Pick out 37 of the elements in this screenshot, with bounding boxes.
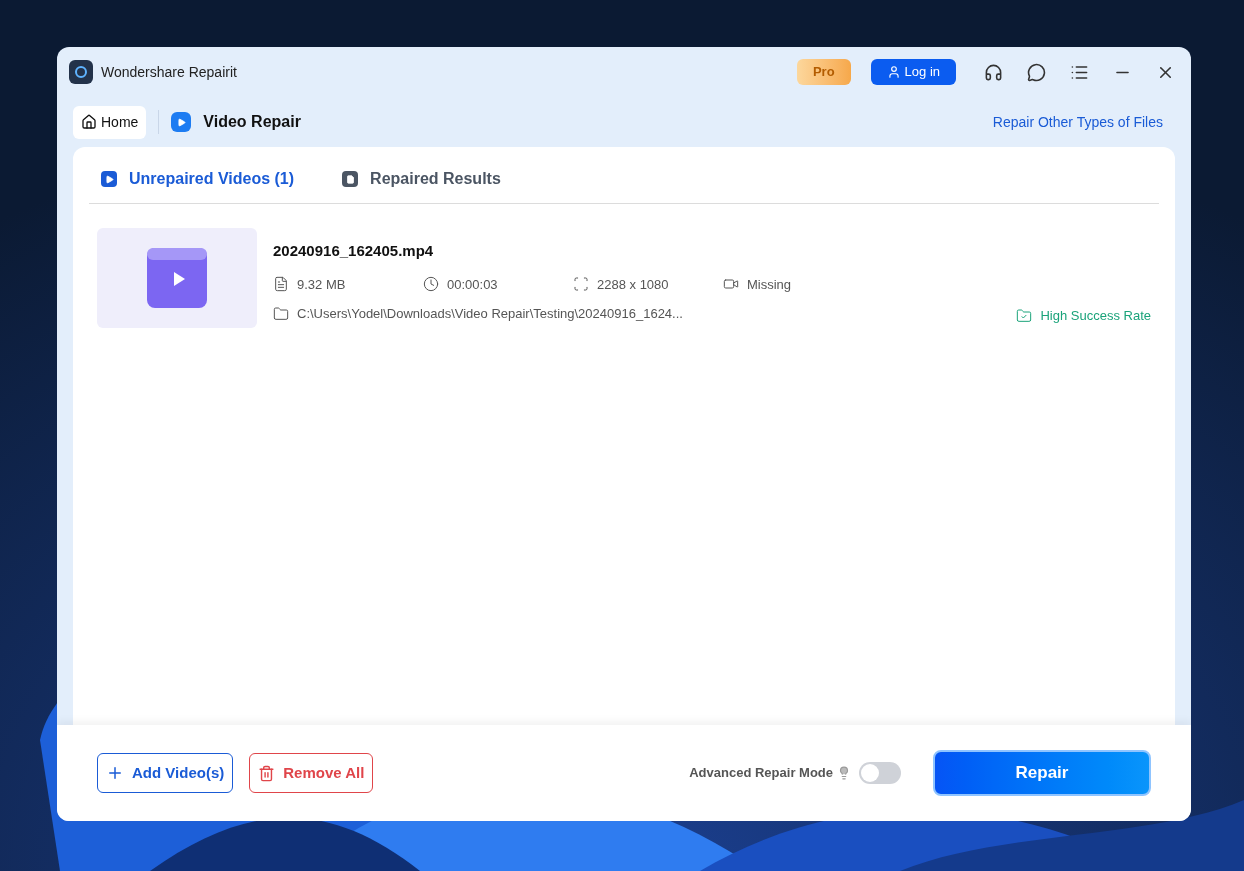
trash-icon [258,764,276,782]
chat-icon[interactable] [1027,62,1046,82]
resolution-text: 2288 x 1080 [597,275,669,294]
tab[interactable]: Unrepaired Videos (1) [101,155,295,203]
folder-check-icon [1016,307,1033,324]
video-filename: 20240916_162405.mp4 [273,241,435,261]
file-icon [273,276,289,293]
audio-text: Missing [747,275,792,294]
repair-button[interactable]: Repair [933,750,1151,796]
headset-icon[interactable] [984,62,1003,82]
remove-all-button[interactable]: Remove All [249,753,374,793]
file-path: C:\Users\Yodel\Downloads\Video Repair\Testing\20240916_1624... [297,305,683,323]
home-icon [81,114,97,130]
plus-icon [106,764,124,782]
app-logo-icon [69,60,93,84]
success-rate-text: High Success Rate [1040,307,1151,325]
lightbulb-icon [837,766,851,780]
home-button[interactable]: Home [73,105,147,139]
user-icon [886,65,901,79]
advanced-mode-label: Advanced Repair Mode [689,764,833,783]
page-title: Video Repair [203,112,301,132]
add-videos-button[interactable]: Add Video(s) [97,753,234,793]
clock-icon [423,276,439,293]
repair-other-files-link[interactable]: Repair Other Types of Files [992,111,1163,133]
document-icon [342,171,359,187]
login-button[interactable]: Log in [870,59,956,85]
clapper-play-icon [147,248,207,308]
folder-icon [273,305,289,322]
pro-badge[interactable]: Pro [796,59,851,85]
size-text: 9.32 MB [297,275,346,294]
resolution-icon [573,276,589,293]
window-title: Wondershare Repairit [101,62,237,82]
video-repair-icon [171,112,192,132]
advanced-mode-toggle[interactable] [859,762,901,784]
duration-text: 00:00:03 [447,275,498,294]
video-icon [101,171,117,187]
tab[interactable]: Repaired Results [342,155,501,203]
